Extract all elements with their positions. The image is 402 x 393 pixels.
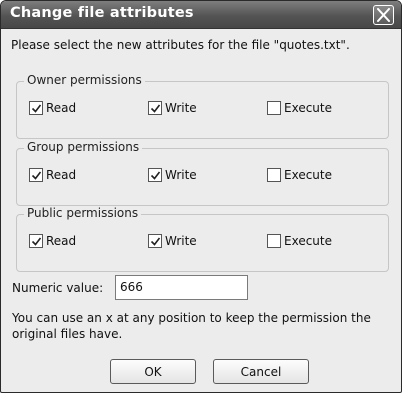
public-permissions-legend: Public permissions: [24, 206, 142, 220]
numeric-value-input[interactable]: 666: [115, 275, 248, 300]
owner-permissions-legend: Owner permissions: [24, 73, 145, 87]
hint-text: You can use an x at any position to keep…: [12, 311, 371, 341]
checkbox-box[interactable]: [29, 101, 43, 115]
instruction-text: Please select the new attributes for the…: [11, 38, 350, 52]
execute-label: Execute: [284, 101, 332, 115]
close-button[interactable]: [373, 5, 394, 25]
checkbox-box[interactable]: [148, 101, 162, 115]
checkbox-box[interactable]: [29, 168, 43, 182]
read-label: Read: [46, 101, 77, 115]
checkmark-icon: [150, 171, 161, 180]
checkbox-box[interactable]: [267, 168, 281, 182]
owner-execute-checkbox[interactable]: Execute: [267, 99, 332, 117]
ok-button[interactable]: OK: [110, 359, 196, 384]
public-permissions-group: Public permissions Read Write Execute: [16, 206, 389, 272]
close-icon: [377, 8, 390, 22]
owner-permissions-group: Owner permissions Read Write Execute: [16, 73, 389, 139]
group-read-checkbox[interactable]: Read: [29, 166, 76, 184]
checkmark-icon: [31, 171, 42, 180]
public-execute-checkbox[interactable]: Execute: [267, 232, 332, 250]
owner-read-checkbox[interactable]: Read: [29, 99, 76, 117]
owner-write-checkbox[interactable]: Write: [148, 99, 197, 117]
checkmark-icon: [150, 237, 161, 246]
checkbox-box[interactable]: [267, 234, 281, 248]
group-permissions-group: Group permissions Read Write Execute: [16, 140, 389, 206]
checkbox-box[interactable]: [267, 101, 281, 115]
group-permissions-legend: Group permissions: [24, 140, 143, 154]
write-label: Write: [165, 234, 197, 248]
dialog-title: Change file attributes: [10, 5, 194, 21]
read-label: Read: [46, 234, 77, 248]
execute-label: Execute: [284, 234, 332, 248]
numeric-value-label: Numeric value:: [12, 281, 104, 295]
execute-label: Execute: [284, 168, 332, 182]
checkmark-icon: [31, 237, 42, 246]
group-write-checkbox[interactable]: Write: [148, 166, 197, 184]
checkmark-icon: [150, 104, 161, 113]
checkbox-box[interactable]: [148, 168, 162, 182]
public-write-checkbox[interactable]: Write: [148, 232, 197, 250]
checkbox-box[interactable]: [29, 234, 43, 248]
group-execute-checkbox[interactable]: Execute: [267, 166, 332, 184]
cancel-button[interactable]: Cancel: [213, 359, 309, 384]
title-bar[interactable]: Change file attributes: [1, 1, 401, 29]
public-read-checkbox[interactable]: Read: [29, 232, 76, 250]
checkbox-box[interactable]: [148, 234, 162, 248]
checkmark-icon: [31, 104, 42, 113]
change-file-attributes-dialog: Change file attributes Please select the…: [0, 0, 402, 393]
write-label: Write: [165, 168, 197, 182]
write-label: Write: [165, 101, 197, 115]
read-label: Read: [46, 168, 77, 182]
